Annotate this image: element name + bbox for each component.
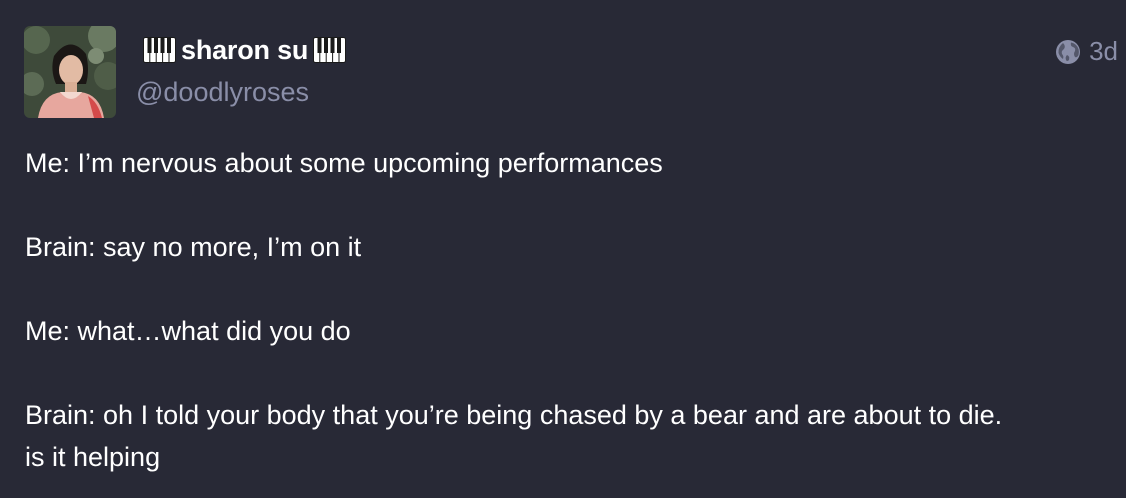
post-text-line: Brain: oh I told your body that you’re b… <box>25 400 1003 430</box>
post-paragraph: Me: I’m nervous about some upcoming perf… <box>25 142 1115 184</box>
post-timestamp[interactable]: 3d <box>1089 36 1118 67</box>
display-name[interactable]: sharon su <box>140 30 349 70</box>
post-text-line: is it helping <box>25 442 161 472</box>
account-handle[interactable]: @doodlyroses <box>136 77 309 108</box>
globe-icon <box>1055 39 1081 65</box>
avatar[interactable] <box>24 26 116 118</box>
post-meta: 3d <box>1055 36 1118 67</box>
piano-keys-icon <box>143 37 176 63</box>
post-paragraph: Brain: oh I told your body that you’re b… <box>25 394 1115 478</box>
post-paragraph: Me: what…what did you do <box>25 310 1115 352</box>
display-name-text: sharon su <box>181 34 309 65</box>
post-text-line: Me: what…what did you do <box>25 316 351 346</box>
post-content: Me: I’m nervous about some upcoming perf… <box>25 142 1115 478</box>
post-text-line: Me: I’m nervous about some upcoming perf… <box>25 148 663 178</box>
post-paragraph: Brain: say no more, I’m on it <box>25 226 1115 268</box>
post-card: sharon su @doodlyroses 3d Me: I’m nervou… <box>0 0 1126 498</box>
piano-keys-icon <box>313 37 347 63</box>
post-text-line: Brain: say no more, I’m on it <box>25 232 362 262</box>
